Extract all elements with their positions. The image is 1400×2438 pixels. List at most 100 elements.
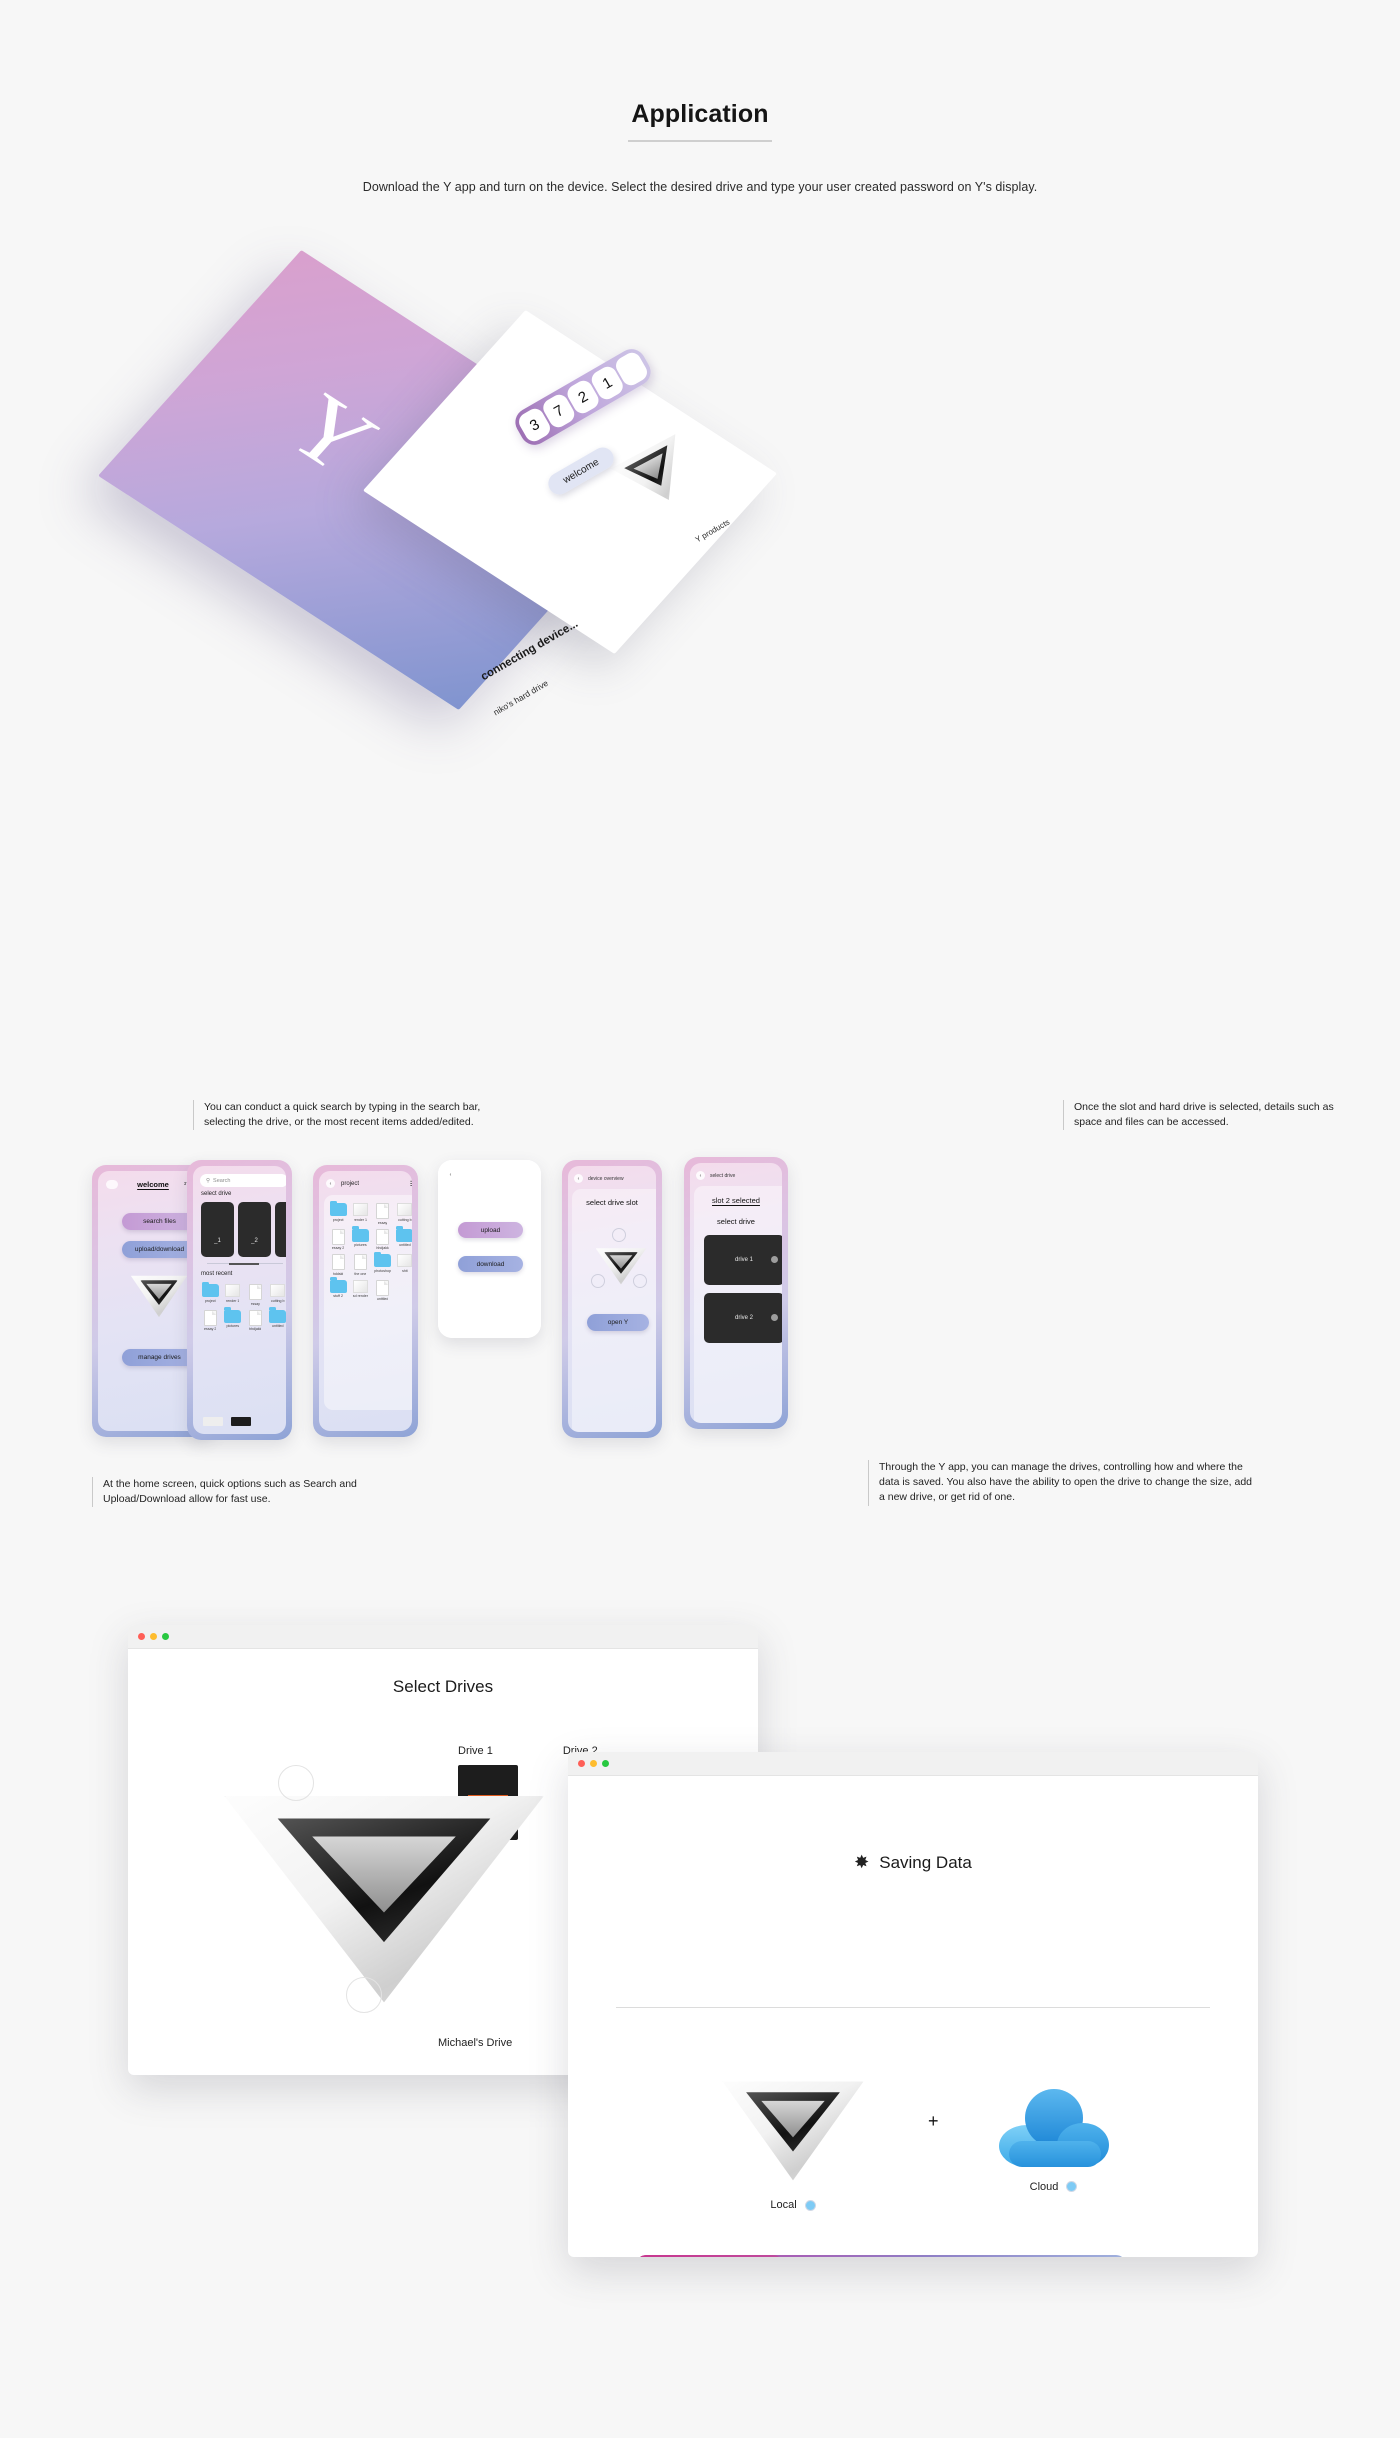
slot-left-large[interactable] bbox=[278, 1765, 314, 1801]
slot-top[interactable] bbox=[612, 1228, 626, 1242]
download-button[interactable]: download bbox=[458, 1256, 523, 1272]
carousel-scrollbar[interactable] bbox=[207, 1263, 283, 1265]
home-button-search-files[interactable]: search files bbox=[122, 1213, 197, 1230]
file-item[interactable]: hhdjakk bbox=[245, 1309, 266, 1331]
file-label: cutting b bbox=[270, 1298, 285, 1303]
folder-icon bbox=[224, 1307, 242, 1323]
file-item[interactable]: photoshop bbox=[373, 1251, 393, 1276]
file-item[interactable]: cutting b bbox=[268, 1284, 287, 1306]
search-input[interactable]: ⚲ Search bbox=[200, 1174, 286, 1187]
file-item[interactable]: render 1 bbox=[350, 1203, 370, 1225]
document-icon bbox=[331, 1254, 345, 1270]
file-item[interactable]: essay 2 bbox=[328, 1228, 348, 1250]
open-y-label: open Y bbox=[607, 1319, 629, 1326]
file-label: photoshop bbox=[374, 1268, 392, 1273]
caption-details: Once the slot and hard drive is selected… bbox=[1063, 1100, 1338, 1131]
chevron-left-icon[interactable]: ‹ bbox=[326, 1179, 335, 1188]
device-title: select drive slot bbox=[586, 1198, 638, 1207]
window-saving-data: ✸ Saving Data Local + Cloud bbox=[568, 1752, 1258, 2257]
drive-row-label: drive 2 bbox=[734, 1315, 753, 1321]
file-item[interactable]: stuff 2 bbox=[328, 1277, 348, 1302]
file-item[interactable]: shit bbox=[395, 1254, 412, 1276]
file-item[interactable]: essay bbox=[245, 1284, 266, 1306]
file-item[interactable]: pictures bbox=[350, 1226, 370, 1251]
plus-sign: + bbox=[928, 2111, 939, 2131]
file-grid[interactable]: project render 1 essay cutting b essay 2 pict… bbox=[200, 1281, 287, 1332]
file-item[interactable]: essay bbox=[373, 1203, 393, 1225]
minimize-button[interactable] bbox=[150, 1633, 157, 1640]
hamburger-menu-icon[interactable]: ☰ bbox=[410, 1180, 412, 1188]
home-button-manage-drives[interactable]: manage drives bbox=[122, 1349, 197, 1366]
slot-selected-label: slot 2 selected bbox=[712, 1196, 760, 1205]
file-label: essay 2 bbox=[331, 1246, 345, 1250]
saving-title: Saving Data bbox=[879, 1852, 972, 1872]
upload-button[interactable]: upload bbox=[458, 1222, 523, 1238]
caption-manage: Through the Y app, you can manage the dr… bbox=[868, 1460, 1253, 1506]
cloud-toggle[interactable] bbox=[1066, 2181, 1078, 2192]
image-thumbnail-icon bbox=[352, 1203, 368, 1216]
image-thumbnail-icon bbox=[352, 1279, 368, 1293]
cloud-option[interactable]: Cloud bbox=[998, 2088, 1109, 2193]
document-icon bbox=[376, 1228, 390, 1245]
file-label: essay bbox=[250, 1301, 260, 1306]
tab-drive-1[interactable]: Drive 1 bbox=[458, 1745, 493, 1757]
file-label: pictures bbox=[226, 1324, 240, 1328]
slot-bottom-large[interactable] bbox=[346, 1977, 382, 2013]
saving-body: ✸ Saving Data Local + Cloud bbox=[568, 1852, 1258, 2257]
window-titlebar[interactable] bbox=[568, 1752, 1258, 1776]
search-icon: ⚲ bbox=[206, 1177, 211, 1184]
minimize-button[interactable] bbox=[590, 1760, 597, 1767]
file-label: project bbox=[332, 1217, 344, 1222]
close-button[interactable] bbox=[138, 1633, 145, 1640]
page-root: Application Download the Y app and turn … bbox=[0, 0, 1400, 2438]
file-item[interactable]: project bbox=[328, 1200, 348, 1225]
chevron-left-icon[interactable]: ‹ bbox=[696, 1171, 705, 1180]
home-button-upload-download[interactable]: upload/download bbox=[122, 1241, 197, 1258]
window-titlebar[interactable] bbox=[128, 1625, 758, 1649]
y-device-icon[interactable] bbox=[594, 1244, 648, 1286]
drive-card[interactable]: _1 bbox=[201, 1202, 234, 1257]
close-button[interactable] bbox=[578, 1760, 585, 1767]
drive-settings-icon[interactable] bbox=[771, 1256, 778, 1263]
file-item[interactable]: the one bbox=[350, 1254, 370, 1276]
drive-settings-icon[interactable] bbox=[771, 1314, 778, 1321]
drive-card[interactable]: _2 bbox=[238, 1202, 271, 1257]
y-device-icon bbox=[718, 2070, 868, 2185]
drive-row-1[interactable]: drive 1 bbox=[704, 1235, 782, 1285]
chevron-left-icon[interactable]: ‹ bbox=[574, 1174, 583, 1183]
device-header: device overview bbox=[588, 1175, 624, 1182]
file-item[interactable]: hhdjakk bbox=[373, 1228, 393, 1250]
local-toggle[interactable] bbox=[804, 2199, 816, 2211]
drive-row-2[interactable]: drive 2 bbox=[704, 1293, 782, 1343]
divider bbox=[616, 2007, 1210, 2008]
maximize-button[interactable] bbox=[162, 1633, 169, 1640]
drive-card[interactable]: _3 bbox=[275, 1202, 286, 1257]
file-label: pictures bbox=[354, 1243, 367, 1247]
local-option[interactable]: Local bbox=[718, 2070, 868, 2211]
file-item[interactable]: hddskf bbox=[328, 1254, 348, 1276]
file-item[interactable]: render 1 bbox=[223, 1284, 244, 1306]
file-label: shit bbox=[402, 1268, 408, 1273]
drive-carousel[interactable]: _1 _2 _3 bbox=[201, 1202, 286, 1257]
search-screen: ⚲ Search select drive _1 _2 _3 most rece… bbox=[193, 1166, 286, 1434]
file-item[interactable]: sd render bbox=[350, 1279, 370, 1302]
chevron-left-icon[interactable]: ‹ bbox=[446, 1170, 455, 1179]
file-item[interactable]: cutting b bbox=[395, 1203, 412, 1225]
file-item[interactable]: pictures bbox=[223, 1307, 244, 1332]
maximize-button[interactable] bbox=[602, 1760, 609, 1767]
local-label: Local bbox=[770, 2199, 797, 2211]
cloud-icon bbox=[998, 2088, 1109, 2167]
phone-transfer: ‹ upload download bbox=[438, 1160, 541, 1338]
file-grid[interactable]: project render 1 essay cutting b essay 2 pict… bbox=[328, 1200, 412, 1302]
file-label: hhdjakk bbox=[249, 1327, 262, 1331]
file-item[interactable]: essay 2 bbox=[200, 1309, 221, 1331]
file-label: cutting b bbox=[398, 1217, 412, 1222]
title-underline bbox=[628, 140, 772, 142]
open-y-button[interactable]: open Y bbox=[587, 1314, 649, 1331]
phone-slots: ‹ select drive slot 2 selected select dr… bbox=[684, 1157, 788, 1429]
file-item[interactable]: untitled bbox=[268, 1307, 286, 1332]
file-label: essay 2 bbox=[204, 1327, 217, 1331]
file-item[interactable]: untitled bbox=[373, 1279, 393, 1301]
file-item[interactable]: project bbox=[200, 1281, 221, 1306]
file-item[interactable]: untitled bbox=[395, 1226, 412, 1251]
